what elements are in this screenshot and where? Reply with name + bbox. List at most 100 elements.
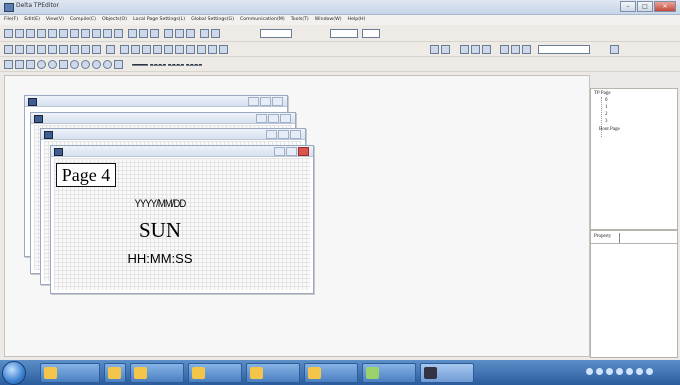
copy-icon[interactable] (70, 29, 79, 38)
filled-rectangle-tool-icon[interactable] (26, 60, 35, 69)
alarm-object-icon[interactable] (92, 45, 101, 54)
taskbar-app-1[interactable] (40, 363, 100, 383)
menu-global-settings[interactable]: Global Settings(G) (191, 15, 234, 25)
print-icon[interactable] (48, 29, 57, 38)
taskbar-app-2[interactable] (104, 363, 126, 383)
arc-tool-icon[interactable] (59, 60, 68, 69)
line-style-dashdot-icon[interactable] (186, 64, 202, 66)
save-icon[interactable] (26, 29, 35, 38)
close-icon[interactable] (298, 147, 309, 156)
upload-icon[interactable] (150, 29, 159, 38)
taskbar-app-7[interactable] (362, 363, 416, 383)
ring-tool-icon[interactable] (81, 60, 90, 69)
taskbar-app-5[interactable] (246, 363, 300, 383)
line-style-solid-icon[interactable] (132, 64, 148, 66)
button-object-icon[interactable] (4, 45, 13, 54)
font-size-select[interactable] (330, 29, 358, 38)
chart-object-icon[interactable] (70, 45, 79, 54)
text-input[interactable] (538, 45, 590, 54)
tray-icon[interactable] (596, 368, 603, 375)
paste-icon[interactable] (81, 29, 90, 38)
align-right-icon[interactable] (482, 45, 491, 54)
align-bottom-icon[interactable] (522, 45, 531, 54)
menu-edit[interactable]: Edit(E) (24, 15, 40, 25)
minimize-icon[interactable] (266, 130, 277, 139)
menu-compile[interactable]: Compile(C) (70, 15, 96, 25)
chord-tool-icon[interactable] (103, 60, 112, 69)
line-style-dot-icon[interactable] (168, 64, 184, 66)
align-top-icon[interactable] (500, 45, 509, 54)
trend-object-icon[interactable] (106, 45, 115, 54)
tree-item-0[interactable]: 0 (605, 98, 608, 103)
tray-icon[interactable] (586, 368, 593, 375)
text-tool-icon[interactable] (610, 45, 619, 54)
menu-view[interactable]: View(V) (46, 15, 64, 25)
day-display-object[interactable]: SUN (120, 218, 200, 243)
line-tool-icon[interactable] (4, 60, 13, 69)
date-object-icon[interactable] (142, 45, 151, 54)
start-button[interactable] (2, 361, 26, 385)
circle-tool-icon[interactable] (37, 60, 46, 69)
recipe-object-icon[interactable] (219, 45, 228, 54)
align-center-icon[interactable] (471, 45, 480, 54)
sector-tool-icon[interactable] (92, 60, 101, 69)
close-icon[interactable] (290, 130, 301, 139)
zoom-select[interactable] (260, 29, 292, 38)
save-all-icon[interactable] (37, 29, 46, 38)
minimize-icon[interactable] (248, 97, 259, 106)
undo-icon[interactable] (103, 29, 112, 38)
slider-object-icon[interactable] (59, 45, 68, 54)
menu-communication[interactable]: Communication(M) (240, 15, 285, 25)
picture-object-icon[interactable] (164, 45, 173, 54)
bar-object-icon[interactable] (37, 45, 46, 54)
taskbar-app-6[interactable] (304, 363, 358, 383)
compile-icon[interactable] (128, 29, 137, 38)
open-file-icon[interactable] (15, 29, 24, 38)
text-object-icon[interactable] (120, 45, 129, 54)
move-back-icon[interactable] (441, 45, 450, 54)
align-left-icon[interactable] (460, 45, 469, 54)
ellipse-tool-icon[interactable] (48, 60, 57, 69)
tray-icon[interactable] (616, 368, 623, 375)
tray-icon[interactable] (646, 368, 653, 375)
tree-item-3[interactable]: 3 (605, 119, 608, 124)
menu-tools[interactable]: Tools(T) (291, 15, 309, 25)
polygon-tool-icon[interactable] (114, 60, 123, 69)
tree-root[interactable]: TP Page (594, 91, 611, 96)
time-object-icon[interactable] (153, 45, 162, 54)
page-label-object[interactable]: Page 4 (56, 163, 116, 187)
number-object-icon[interactable] (131, 45, 140, 54)
maximize-icon[interactable] (268, 114, 279, 123)
align-icon[interactable] (211, 29, 220, 38)
line-style-dash-icon[interactable] (150, 64, 166, 66)
minimize-button[interactable]: – (620, 1, 636, 12)
close-icon[interactable] (280, 114, 291, 123)
lamp-object-icon[interactable] (15, 45, 24, 54)
record-object-icon[interactable] (208, 45, 217, 54)
maximize-icon[interactable] (286, 147, 297, 156)
delete-icon[interactable] (92, 29, 101, 38)
zoom-in-icon[interactable] (175, 29, 184, 38)
new-file-icon[interactable] (4, 29, 13, 38)
align-middle-icon[interactable] (511, 45, 520, 54)
sample-object-icon[interactable] (197, 45, 206, 54)
tree-item-2[interactable]: 2 (605, 112, 608, 117)
keypad-object-icon[interactable] (175, 45, 184, 54)
maximize-icon[interactable] (278, 130, 289, 139)
font-style-select[interactable] (362, 29, 380, 38)
download-icon[interactable] (139, 29, 148, 38)
rectangle-tool-icon[interactable] (15, 60, 24, 69)
tree-item-boot-page[interactable]: Boot Page (599, 127, 620, 132)
taskbar-app-3[interactable] (130, 363, 184, 383)
tray-icon[interactable] (606, 368, 613, 375)
menu-window[interactable]: Window(W) (315, 15, 342, 25)
menu-file[interactable]: File(F) (4, 15, 18, 25)
menu-local-page-settings[interactable]: Local Page Settings(L) (133, 15, 185, 25)
meter-object-icon[interactable] (26, 45, 35, 54)
minimize-icon[interactable] (256, 114, 267, 123)
redo-icon[interactable] (114, 29, 123, 38)
tray-icon[interactable] (626, 368, 633, 375)
taskbar-app-tpeditor[interactable] (420, 363, 474, 383)
move-front-icon[interactable] (430, 45, 439, 54)
close-icon[interactable] (272, 97, 283, 106)
